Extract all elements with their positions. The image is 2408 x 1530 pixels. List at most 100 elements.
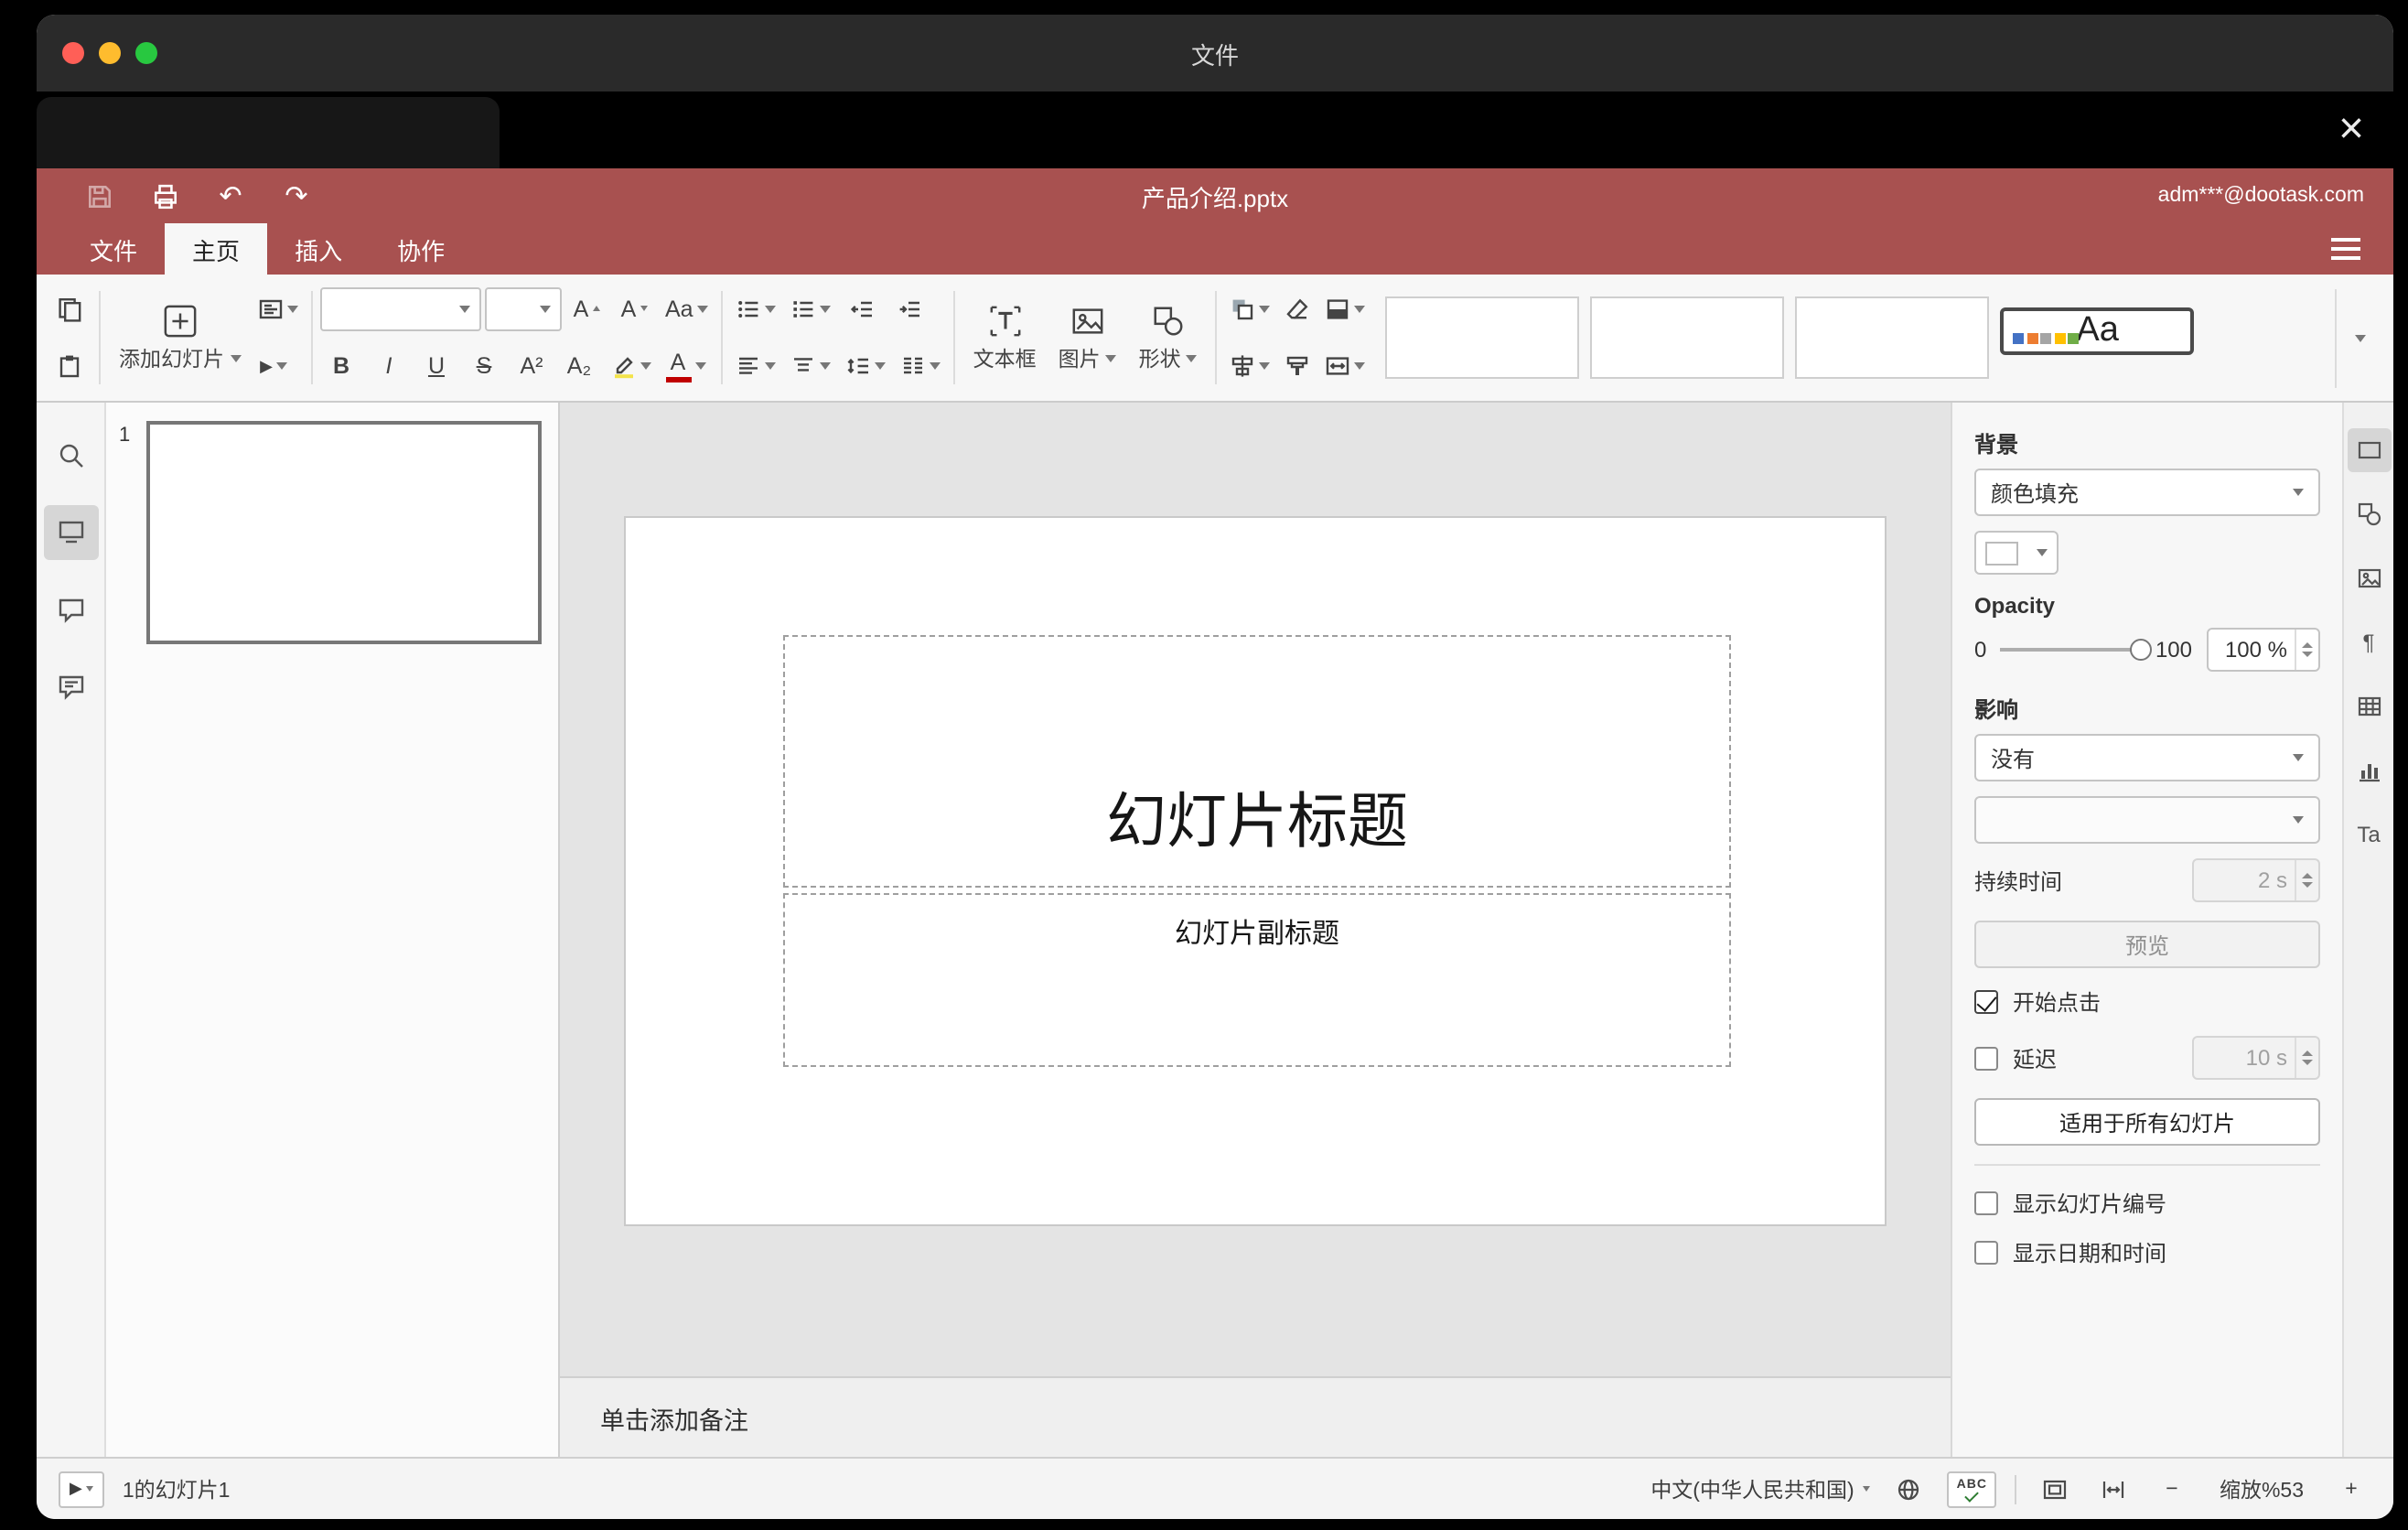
opacity-slider-thumb[interactable] — [2129, 639, 2152, 661]
gallery-expand-button[interactable] — [2335, 288, 2382, 387]
clear-style-button[interactable] — [1276, 286, 1320, 333]
chevron-down-icon — [1354, 362, 1366, 371]
save-icon[interactable] — [84, 181, 113, 210]
superscript-button[interactable]: A² — [510, 343, 554, 391]
start-preview-button[interactable]: ▶ — [59, 1471, 104, 1507]
zoom-out-button[interactable]: − — [2152, 1469, 2192, 1509]
show-datetime-checkbox[interactable] — [1974, 1241, 1998, 1265]
shape-align-button[interactable] — [1225, 343, 1276, 391]
textart-settings-icon[interactable]: Ta — [2347, 813, 2391, 857]
feedback-icon[interactable] — [43, 659, 98, 714]
slides-panel-icon[interactable] — [43, 505, 98, 560]
paste-button[interactable] — [48, 343, 91, 391]
show-datetime-row[interactable]: 显示日期和时间 — [1974, 1237, 2320, 1268]
bullets-button[interactable] — [730, 286, 781, 333]
opacity-spinner[interactable]: 100 % — [2207, 628, 2320, 672]
line-spacing-button[interactable] — [840, 343, 891, 391]
fit-width-button[interactable] — [2093, 1469, 2134, 1509]
underline-button[interactable]: U — [414, 343, 458, 391]
apply-to-all-button[interactable]: 适用于所有幻灯片 — [1974, 1098, 2320, 1146]
fill-color-select[interactable] — [1974, 531, 2059, 575]
slide-subtitle-placeholder[interactable]: 幻灯片副标题 — [783, 893, 1731, 1067]
columns-button[interactable] — [895, 343, 946, 391]
slide-layout-button[interactable] — [252, 286, 303, 333]
insert-shape-button[interactable]: 形状 — [1128, 280, 1209, 395]
chart-settings-icon[interactable] — [2347, 749, 2391, 792]
redo-icon[interactable]: ↷ — [282, 181, 311, 210]
show-slide-number-row[interactable]: 显示幻灯片编号 — [1974, 1188, 2320, 1219]
chevron-down-icon — [1186, 354, 1198, 361]
chevron-down-icon — [458, 305, 469, 313]
slide-settings-icon[interactable] — [2347, 428, 2391, 472]
set-language-button[interactable] — [1889, 1469, 1930, 1509]
delay-checkbox[interactable] — [1974, 1046, 1998, 1070]
start-on-click-checkbox[interactable] — [1974, 990, 1998, 1014]
image-settings-icon[interactable] — [2347, 556, 2391, 600]
show-slide-number-label: 显示幻灯片编号 — [2013, 1191, 2167, 1217]
spellcheck-button[interactable]: ABC — [1947, 1471, 1996, 1507]
shape-settings-icon[interactable] — [2347, 492, 2391, 536]
tab-insert[interactable]: 插入 — [267, 223, 370, 275]
zoom-in-button[interactable]: + — [2331, 1469, 2371, 1509]
close-traffic-button[interactable] — [62, 42, 84, 64]
background-label: 背景 — [1974, 432, 2019, 458]
insert-image-button[interactable]: 图片 — [1048, 280, 1128, 395]
preview-button[interactable]: 预览 — [1974, 921, 2320, 968]
table-settings-icon[interactable] — [2347, 684, 2391, 728]
add-slide-button[interactable]: 添加幻灯片 — [108, 280, 252, 395]
show-slide-number-checkbox[interactable] — [1974, 1191, 1998, 1215]
language-selector[interactable]: 中文(中华人民共和国) — [1650, 1474, 1871, 1503]
insert-textbox-button[interactable]: 文本框 — [962, 280, 1048, 395]
effect-select[interactable]: 没有 — [1974, 734, 2320, 781]
start-slideshow-button[interactable]: ▶ — [252, 343, 296, 391]
theme-slot-1[interactable] — [1385, 296, 1580, 379]
slide-thumbnail[interactable] — [146, 421, 542, 644]
duration-spinner[interactable]: 2 s — [2192, 858, 2320, 902]
font-size-select[interactable] — [484, 286, 561, 331]
minimize-traffic-button[interactable] — [99, 42, 121, 64]
numbering-button[interactable] — [785, 286, 836, 333]
arrange-button[interactable] — [1225, 286, 1276, 333]
theme-slot-3[interactable] — [1795, 296, 1990, 379]
search-icon[interactable] — [43, 428, 98, 483]
comments-icon[interactable] — [43, 582, 98, 637]
tab-file[interactable]: 文件 — [62, 223, 165, 275]
tab-home[interactable]: 主页 — [165, 223, 268, 275]
bold-button[interactable]: B — [319, 343, 363, 391]
font-color-button[interactable]: A — [660, 343, 711, 391]
effect-variant-select[interactable] — [1974, 796, 2320, 844]
slide-size-button[interactable] — [1320, 343, 1371, 391]
copy-style-button[interactable] — [1276, 343, 1320, 391]
menu-icon[interactable] — [2331, 247, 2360, 251]
italic-button[interactable]: I — [367, 343, 411, 391]
play-icon: ▶ — [260, 356, 273, 375]
notes-area[interactable]: 单击添加备注 — [560, 1376, 1951, 1457]
tab-collaboration[interactable]: 协作 — [370, 223, 472, 275]
undo-icon[interactable]: ↶ — [216, 181, 245, 210]
increase-indent-button[interactable] — [887, 286, 931, 333]
opacity-slider[interactable] — [1999, 639, 2152, 661]
print-icon[interactable] — [150, 181, 179, 210]
change-case-button[interactable]: Aa — [660, 286, 714, 333]
fit-slide-button[interactable] — [2035, 1469, 2075, 1509]
copy-button[interactable] — [48, 286, 91, 333]
increase-font-button[interactable]: A — [564, 286, 608, 333]
fill-type-select[interactable]: 颜色填充 — [1974, 469, 2320, 516]
decrease-indent-button[interactable] — [840, 286, 884, 333]
theme-slot-2[interactable] — [1590, 296, 1785, 379]
font-name-select[interactable] — [319, 286, 480, 331]
start-on-click-row[interactable]: 开始点击 — [1974, 986, 2320, 1018]
slide-title-placeholder[interactable]: 幻灯片标题 — [783, 635, 1731, 888]
color-scheme-button[interactable] — [1320, 286, 1371, 333]
strikethrough-button[interactable]: S — [462, 343, 506, 391]
close-icon[interactable]: × — [2338, 107, 2364, 152]
horizontal-align-button[interactable] — [730, 343, 781, 391]
delay-spinner[interactable]: 10 s — [2192, 1036, 2320, 1080]
decrease-font-button[interactable]: A — [612, 286, 656, 333]
fullscreen-traffic-button[interactable] — [135, 42, 157, 64]
theme-slot-selected[interactable]: Aa — [2000, 307, 2195, 354]
subscript-button[interactable]: A₂ — [557, 343, 601, 391]
highlight-color-button[interactable] — [605, 343, 656, 391]
vertical-align-button[interactable] — [785, 343, 836, 391]
paragraph-settings-icon[interactable]: ¶ — [2347, 620, 2391, 664]
